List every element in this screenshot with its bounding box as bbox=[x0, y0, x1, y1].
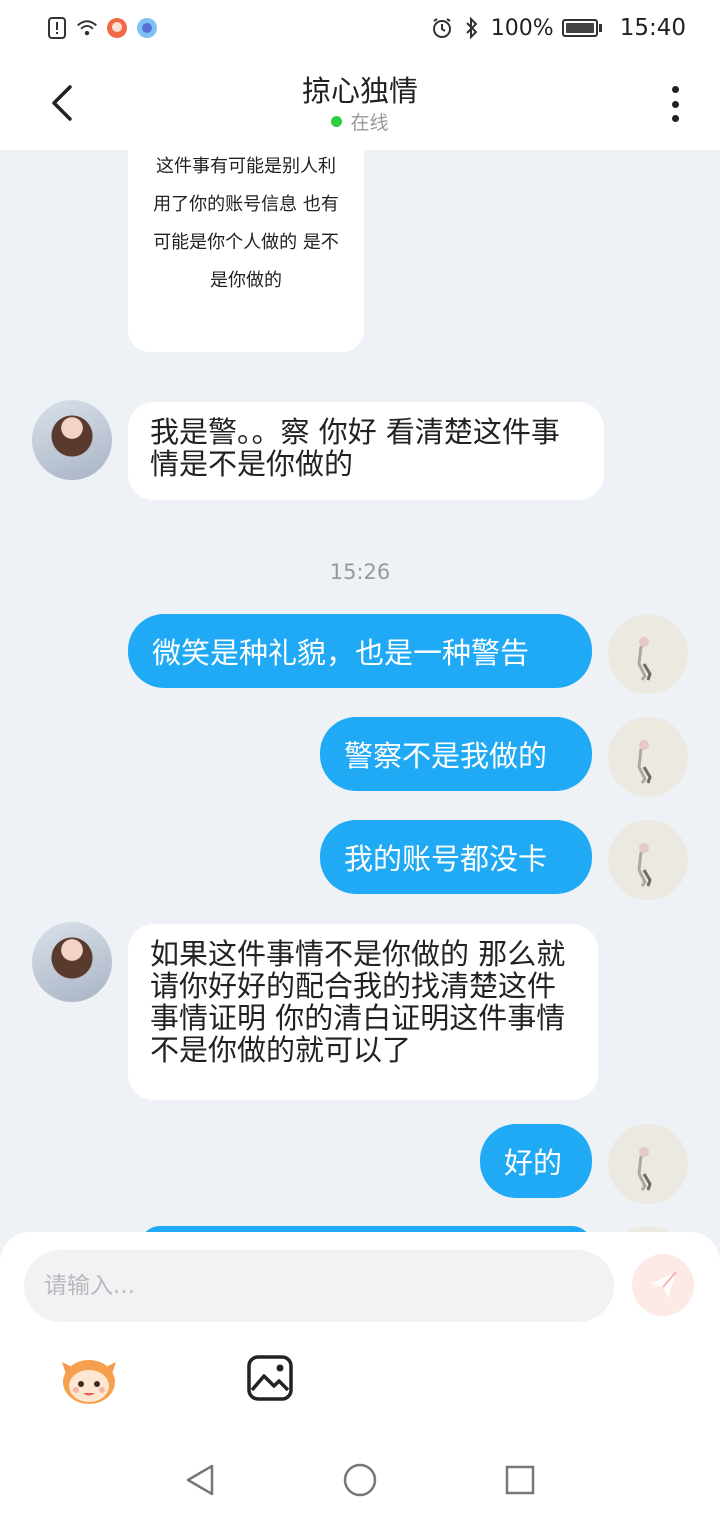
system-nav-bar bbox=[0, 1442, 720, 1520]
status-bar-right: 100% 15:40 bbox=[431, 15, 686, 41]
message-bubble-outgoing[interactable]: 我的账号都没卡 bbox=[320, 820, 592, 894]
message-bubble-outgoing[interactable]: 好的 bbox=[480, 1124, 592, 1198]
more-options-button[interactable] bbox=[660, 82, 690, 126]
avatar-figure-icon bbox=[637, 1147, 652, 1191]
nav-recents-button[interactable] bbox=[500, 1460, 540, 1500]
message-text: 警察不是我做的 bbox=[344, 739, 548, 773]
circle-home-icon bbox=[343, 1463, 377, 1497]
app-notification-icon bbox=[106, 17, 128, 39]
online-indicator-icon bbox=[331, 116, 343, 127]
chat-header: 掠心独情 在线 bbox=[0, 56, 720, 150]
my-avatar[interactable] bbox=[608, 820, 688, 900]
alert-icon bbox=[46, 17, 68, 39]
contact-avatar[interactable] bbox=[32, 922, 112, 1002]
square-recents-icon bbox=[505, 1465, 535, 1495]
message-bubble-incoming[interactable]: 如果这件事情不是你做的 那么就请你好好的配合我的找清楚这件事情证明 你的清白证明… bbox=[128, 924, 598, 1100]
my-avatar[interactable] bbox=[608, 1124, 688, 1204]
message-bubble-outgoing[interactable]: 微笑是种礼貌，也是一种警告 bbox=[128, 614, 592, 688]
message-text: 我是警。。察 你好 看清楚这件事情是不是你做的 bbox=[150, 415, 560, 481]
battery-icon bbox=[561, 19, 602, 37]
message-text: 好的 bbox=[504, 1146, 563, 1180]
battery-percentage: 100% bbox=[490, 15, 554, 41]
app-badge-icon bbox=[136, 17, 158, 39]
image-icon bbox=[247, 1355, 293, 1401]
emoji-face-icon bbox=[62, 1360, 116, 1404]
message-input[interactable] bbox=[24, 1250, 614, 1322]
more-dot-icon bbox=[671, 86, 679, 93]
message-timestamp: 15:26 bbox=[329, 560, 391, 584]
avatar-figure-icon bbox=[637, 740, 652, 784]
wifi-icon bbox=[76, 17, 98, 39]
alarm-icon bbox=[431, 17, 453, 39]
message-list[interactable]: 这件事有可能是别人利用了你的账号信息 也有可能是你个人做的 是不是你做的 我是警… bbox=[0, 150, 720, 1232]
status-bar-left bbox=[46, 17, 158, 39]
composer bbox=[0, 1232, 720, 1442]
message-bubble-incoming[interactable]: 我是警。。察 你好 看清楚这件事情是不是你做的 bbox=[128, 402, 604, 500]
triangle-back-icon bbox=[186, 1464, 214, 1496]
my-avatar[interactable] bbox=[608, 717, 688, 797]
my-avatar[interactable] bbox=[608, 614, 688, 694]
nav-back-button[interactable] bbox=[180, 1460, 220, 1500]
status-bar: 100% 15:40 bbox=[0, 0, 720, 56]
online-status-label: 在线 bbox=[350, 112, 389, 134]
message-text: 微笑是种礼貌，也是一种警告 bbox=[152, 636, 530, 670]
send-icon bbox=[650, 1271, 677, 1298]
message-bubble-outgoing[interactable]: 警察不是我做的 bbox=[320, 717, 592, 791]
message-bubble-incoming[interactable]: 这件事有可能是别人利用了你的账号信息 也有可能是你个人做的 是不是你做的 bbox=[128, 150, 364, 352]
contact-name: 掠心独情 bbox=[301, 74, 418, 108]
send-button[interactable] bbox=[632, 1254, 694, 1316]
emoji-button[interactable] bbox=[58, 1352, 120, 1408]
more-dot-icon bbox=[671, 100, 679, 108]
online-status: 在线 bbox=[0, 108, 720, 135]
more-dot-icon bbox=[671, 115, 679, 122]
nav-home-button[interactable] bbox=[340, 1460, 380, 1500]
contact-avatar[interactable] bbox=[32, 400, 112, 480]
bluetooth-icon bbox=[461, 17, 483, 39]
status-time: 15:40 bbox=[619, 15, 686, 41]
avatar-figure-icon bbox=[637, 637, 652, 681]
message-text: 我的账号都没卡 bbox=[344, 842, 548, 876]
image-picker-button[interactable] bbox=[246, 1354, 294, 1402]
avatar-figure-icon bbox=[637, 843, 652, 887]
message-text: 这件事有可能是别人利用了你的账号信息 也有可能是你个人做的 是不是你做的 bbox=[153, 156, 339, 291]
message-text: 如果这件事情不是你做的 那么就请你好好的配合我的找清楚这件事情证明 你的清白证明… bbox=[150, 937, 566, 1067]
